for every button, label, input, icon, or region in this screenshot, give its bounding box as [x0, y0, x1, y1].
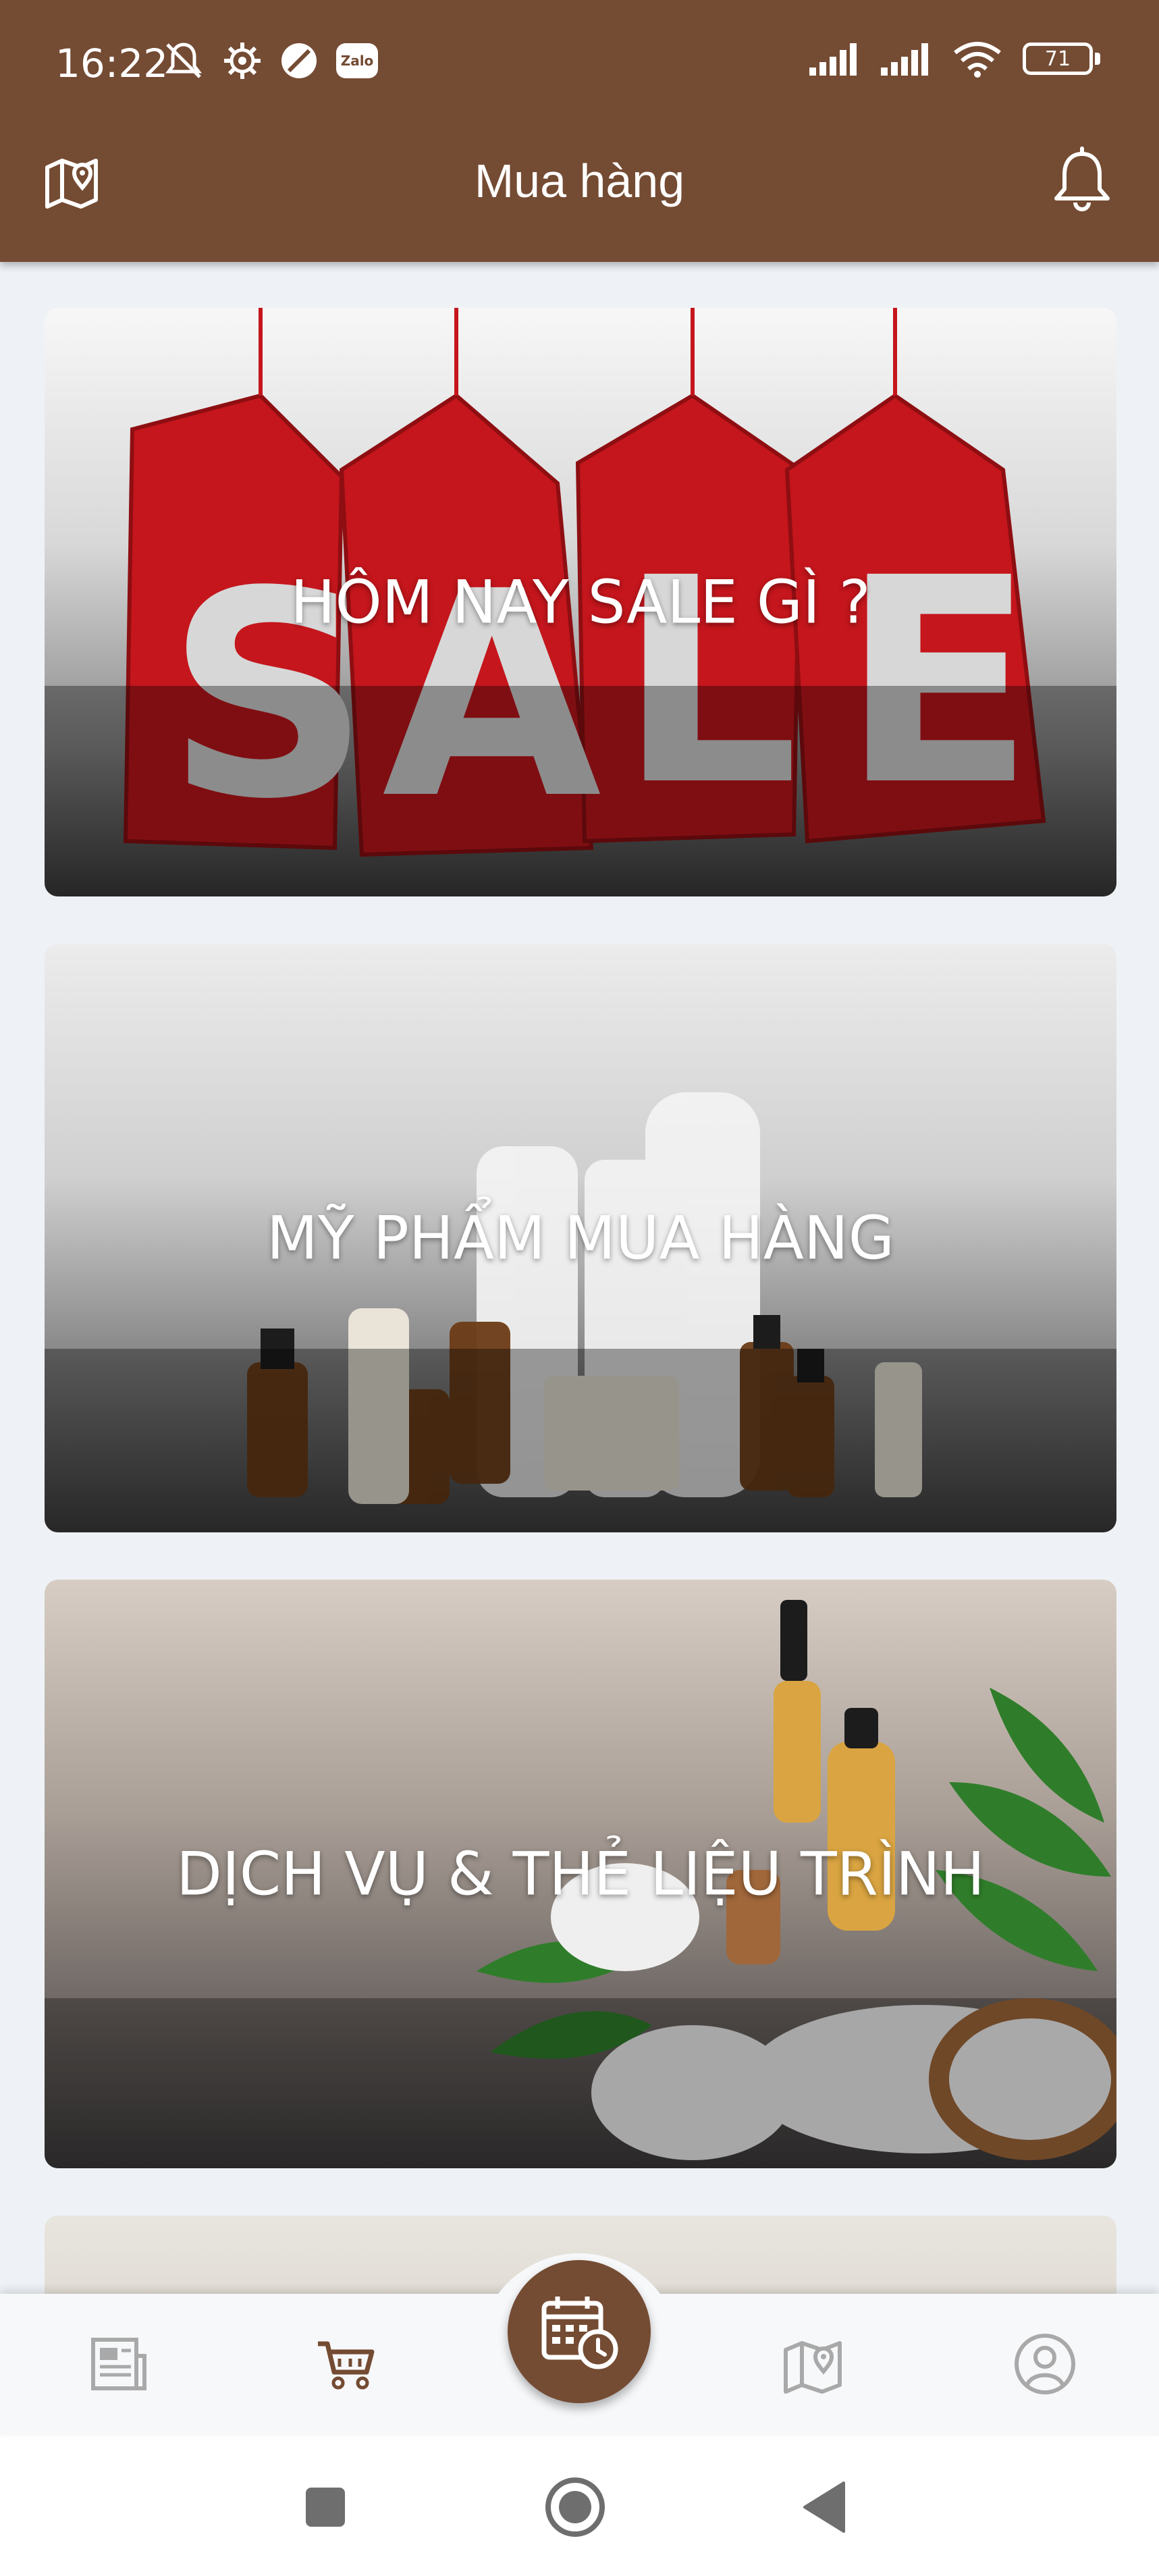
home-circle-icon: [545, 2477, 605, 2537]
category-card-sale[interactable]: S A L E HÔM NAY SALE GÌ ?: [45, 308, 1116, 896]
nav-map[interactable]: [772, 2324, 853, 2405]
circle-slash-icon: [281, 43, 317, 78]
settings-gear-icon: [224, 43, 261, 79]
page-title: Mua hàng: [474, 155, 685, 207]
back-button[interactable]: [791, 2473, 859, 2541]
home-button[interactable]: [541, 2473, 609, 2541]
mute-icon: [165, 43, 202, 78]
bell-icon: [1054, 146, 1110, 211]
zalo-icon: Zalo: [336, 43, 378, 78]
battery-icon: 71: [1023, 43, 1100, 75]
category-label: DỊCH VỤ & THẺ LIỆU TRÌNH: [176, 1839, 985, 1909]
booking-fab-button[interactable]: [508, 2260, 651, 2403]
category-card-cosmetics[interactable]: MỸ PHẨM MUA HÀNG: [45, 944, 1116, 1532]
nav-cart[interactable]: [305, 2324, 386, 2405]
signal-2-icon: [881, 43, 928, 76]
cart-icon: [318, 2341, 375, 2390]
category-list: S A L E HÔM NAY SALE GÌ ? MỸ PHẨM MUA HÀ…: [0, 262, 1159, 2294]
bottom-navigation: [0, 2253, 1159, 2436]
profile-icon: [1015, 2334, 1075, 2394]
status-icons-left: Zalo: [162, 39, 378, 82]
newspaper-icon: [91, 2338, 146, 2390]
category-label: HÔM NAY SALE GÌ ?: [290, 567, 871, 637]
category-card-services[interactable]: DỊCH VỤ & THẺ LIỆU TRÌNH: [45, 1580, 1116, 2168]
wifi-icon: [954, 42, 1001, 78]
status-time: 16:22: [55, 41, 169, 86]
nav-news[interactable]: [76, 2324, 157, 2405]
signal-1-icon: [809, 43, 857, 76]
recents-button[interactable]: [292, 2473, 359, 2541]
notification-button[interactable]: [1046, 142, 1118, 215]
back-triangle-icon: [803, 2481, 845, 2533]
calendar-clock-icon: [541, 2297, 618, 2369]
map-icon: [784, 2341, 842, 2394]
status-icons-right: 71: [809, 39, 1100, 78]
category-label: MỸ PHẨM MUA HÀNG: [267, 1203, 894, 1273]
square-icon: [306, 2488, 345, 2527]
system-navigation-bar: [0, 2436, 1159, 2576]
nav-profile[interactable]: [1004, 2324, 1085, 2405]
app-header: 16:22 Zalo 71 Mua hàng: [0, 0, 1159, 262]
